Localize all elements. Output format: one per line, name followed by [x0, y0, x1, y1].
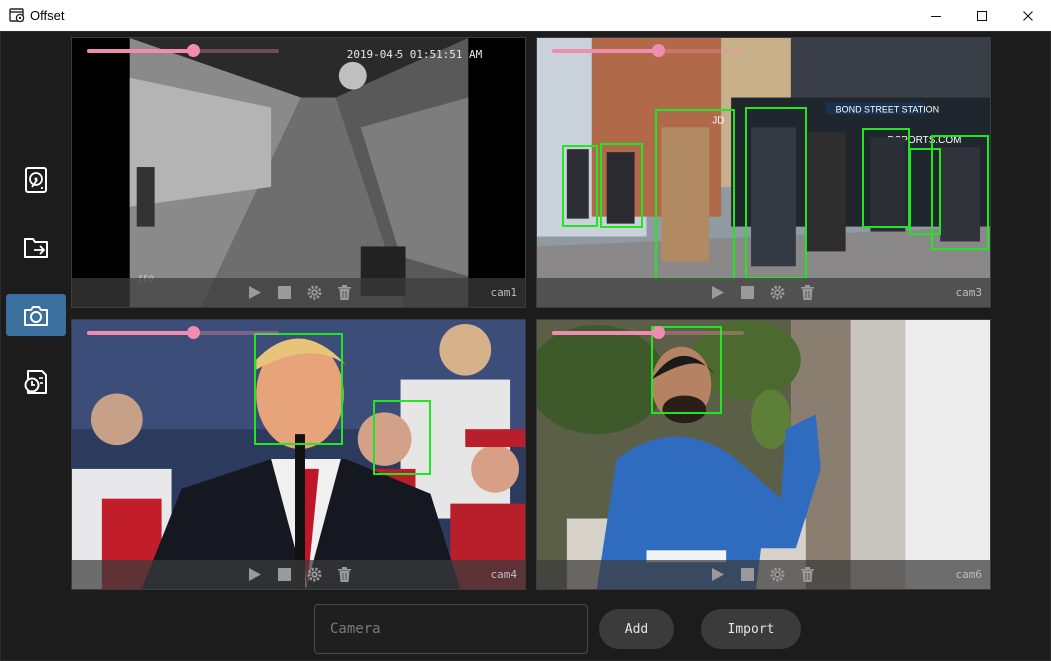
camera-input[interactable] [314, 604, 588, 654]
add-button[interactable]: Add [599, 609, 674, 649]
stop-button[interactable] [739, 284, 756, 301]
maximize-icon [977, 10, 987, 21]
stop-icon [278, 286, 291, 299]
slider-fill [87, 49, 193, 53]
camera-label: cam1 [490, 286, 518, 299]
slider-fill [552, 49, 658, 53]
play-icon [712, 286, 724, 299]
play-button[interactable] [246, 566, 263, 583]
play-icon [712, 568, 724, 581]
gear-icon [770, 567, 785, 582]
stop-button[interactable] [739, 566, 756, 583]
sidebar-item-cameras[interactable] [6, 294, 66, 336]
delete-button[interactable] [336, 566, 353, 583]
stop-button[interactable] [276, 284, 293, 301]
camera-controls [72, 560, 525, 589]
camera-tile-cam3[interactable]: BOND STREET STATION DSPORTS.COM JD cam3 [536, 37, 991, 308]
opacity-slider[interactable] [552, 44, 744, 57]
close-button[interactable] [1005, 0, 1051, 31]
delete-button[interactable] [336, 284, 353, 301]
camera-controls [72, 278, 525, 307]
camera-timestamp: 2019-04- [347, 48, 400, 61]
camera-label: cam3 [955, 286, 983, 299]
camera-tile-cam4[interactable]: cam4 [71, 319, 526, 590]
history-icon [24, 370, 47, 394]
sidebar-item-storage[interactable] [6, 159, 66, 201]
detection-box [600, 143, 643, 228]
settings-button[interactable] [769, 566, 786, 583]
camera-feed-cam6 [537, 320, 990, 589]
sidebar-item-history[interactable] [6, 361, 66, 403]
stop-icon [278, 568, 291, 581]
camera-feed-cam1: 2019-04- 5 01:51:51 AM IE0 [72, 38, 525, 307]
face-detection-box [373, 400, 431, 475]
camera-label: cam4 [490, 568, 518, 581]
slider-thumb[interactable] [651, 326, 665, 339]
slider-thumb[interactable] [186, 44, 200, 57]
opacity-slider[interactable] [87, 44, 279, 57]
camera-label: cam6 [955, 568, 983, 581]
trash-icon [338, 567, 351, 582]
play-icon [249, 286, 261, 299]
camera-tile-cam6[interactable]: cam6 [536, 319, 991, 590]
camera-tile-cam1[interactable]: 2019-04- 5 01:51:51 AM IE0 cam1 [71, 37, 526, 308]
camera-timestamp-time: 5 01:51:51 AM [397, 48, 483, 61]
face-detection-box [254, 333, 343, 445]
gear-icon [307, 285, 322, 300]
folder-export-icon [24, 238, 48, 258]
slider-thumb[interactable] [651, 44, 665, 57]
slider-fill [87, 331, 193, 335]
window-title: Offset [30, 8, 65, 23]
detection-box [655, 109, 735, 280]
disk-icon [25, 167, 47, 193]
trash-icon [801, 285, 814, 300]
slider-fill [552, 331, 658, 335]
gear-icon [770, 285, 785, 300]
delete-button[interactable] [799, 284, 816, 301]
sidebar-item-export[interactable] [6, 226, 66, 268]
settings-button[interactable] [769, 284, 786, 301]
camera-icon [24, 306, 48, 326]
detection-box [745, 107, 807, 279]
detection-box [562, 145, 598, 227]
detection-box [862, 128, 910, 228]
play-icon [249, 568, 261, 581]
maximize-button[interactable] [959, 0, 1005, 31]
gear-icon [307, 567, 322, 582]
import-button[interactable]: Import [701, 609, 801, 649]
face-detection-box [651, 326, 722, 414]
station-sign: BOND STREET STATION [836, 104, 939, 114]
play-button[interactable] [709, 284, 726, 301]
stop-icon [741, 286, 754, 299]
play-button[interactable] [709, 566, 726, 583]
app-icon [9, 8, 25, 23]
close-icon [1023, 10, 1033, 21]
settings-button[interactable] [306, 284, 323, 301]
opacity-slider[interactable] [552, 326, 744, 339]
title-bar: Offset [0, 0, 1051, 32]
stop-button[interactable] [276, 566, 293, 583]
slider-thumb[interactable] [186, 326, 200, 339]
detection-box [931, 135, 989, 250]
settings-button[interactable] [306, 566, 323, 583]
trash-icon [338, 285, 351, 300]
trash-icon [801, 567, 814, 582]
minimize-button[interactable] [913, 0, 959, 31]
delete-button[interactable] [799, 566, 816, 583]
play-button[interactable] [246, 284, 263, 301]
opacity-slider[interactable] [87, 326, 279, 339]
camera-controls [537, 560, 990, 589]
minimize-icon [931, 15, 941, 17]
camera-controls [537, 278, 990, 307]
stop-icon [741, 568, 754, 581]
